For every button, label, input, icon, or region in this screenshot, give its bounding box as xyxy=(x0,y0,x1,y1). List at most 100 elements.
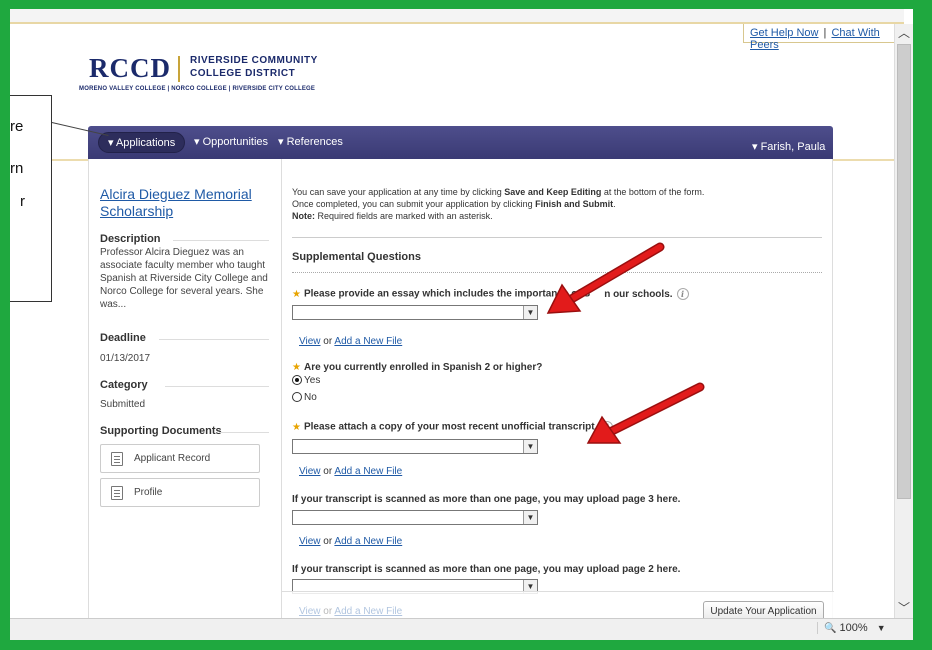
annotation-arrow-2 xyxy=(586,382,705,444)
annotation-arrow-1 xyxy=(546,242,665,314)
application-form: You can save your application at any tim… xyxy=(281,159,834,629)
radio-no[interactable]: No xyxy=(292,392,317,403)
page2-file-links: View or Add a New File xyxy=(299,606,402,617)
folder-icon xyxy=(111,452,123,466)
callout-text-2: rn xyxy=(10,160,24,177)
sidebar: Alcira Dieguez Memorial Scholarship Desc… xyxy=(89,159,281,629)
page: Get Help Now | Chat With Peers RCCD RIVE… xyxy=(10,9,904,629)
description-text: Professor Alcira Dieguez was an associat… xyxy=(100,247,268,310)
or-text: or xyxy=(320,606,335,617)
radio-yes-circle[interactable] xyxy=(292,375,302,386)
intro-note-label: Note: xyxy=(292,211,315,221)
or-text: or xyxy=(320,336,335,347)
intro-line2-a: Once completed, you can submit your appl… xyxy=(292,199,536,209)
status-bar: 🔍 100% ▼ xyxy=(10,618,913,640)
profile-button[interactable]: Profile xyxy=(100,478,260,507)
supporting-documents-heading: Supporting Documents xyxy=(100,425,222,437)
intro-save-keep-editing: Save and Keep Editing xyxy=(504,187,602,197)
main-nav: ▾ Applications ▾ Opportunities ▾ Referen… xyxy=(88,126,833,159)
logo-name-line1: RIVERSIDE COMMUNITY xyxy=(190,55,318,66)
logo-abbrev: RCCD xyxy=(89,53,171,83)
spanish-question-label: ★ Are you currently enrolled in Spanish 2… xyxy=(292,362,542,373)
or-text: or xyxy=(320,466,335,477)
transcript-add-file-link[interactable]: Add a New File xyxy=(334,466,402,477)
required-star: ★ xyxy=(292,421,301,433)
applicant-record-button[interactable]: Applicant Record xyxy=(100,444,260,473)
deadline-heading: Deadline xyxy=(100,332,146,344)
help-separator: | xyxy=(823,27,827,39)
intro-finish-submit: Finish and Submit xyxy=(535,199,614,209)
page2-add-file-link[interactable]: Add a New File xyxy=(334,606,402,617)
scroll-down-icon[interactable]: ﹀ xyxy=(895,599,913,617)
zoom-icon: 🔍 xyxy=(824,623,837,634)
logo-divider xyxy=(178,56,180,82)
essay-view-link[interactable]: View xyxy=(299,336,321,347)
or-text: or xyxy=(320,536,335,547)
transcript-file-links: View or Add a New File xyxy=(299,466,402,477)
radio-no-circle[interactable] xyxy=(292,392,302,403)
radio-yes-label: Yes xyxy=(304,375,321,386)
essay-file-select[interactable]: ▼ xyxy=(292,305,538,320)
category-value: Submitted xyxy=(100,399,146,410)
transcript-question-label: ★ Please attach a copy of your most recen… xyxy=(292,421,614,433)
zoom-level: 100% xyxy=(839,622,868,634)
page3-question-label: If your transcript is scanned as more th… xyxy=(292,494,681,505)
nav-references[interactable]: ▾ References xyxy=(278,135,343,148)
radio-no-label: No xyxy=(304,392,317,403)
transcript-question-text: Please attach a copy of your most recent… xyxy=(303,421,598,433)
zoom-dropdown-icon[interactable]: ▼ xyxy=(877,623,886,633)
vertical-scrollbar[interactable]: ︿ ﹀ xyxy=(894,24,913,618)
page2-view-link[interactable]: View xyxy=(299,606,321,617)
callout-text-1: re xyxy=(10,118,24,135)
required-star: ★ xyxy=(292,288,301,300)
radio-yes[interactable]: Yes xyxy=(292,375,320,386)
applicant-record-label: Applicant Record xyxy=(134,453,211,464)
zoom-control[interactable]: 🔍 100% ▼ xyxy=(817,622,886,634)
rccd-logo[interactable]: RCCD RIVERSIDE COMMUNITY COLLEGE DISTRIC… xyxy=(79,53,339,93)
chevron-down-icon: ▼ xyxy=(523,511,537,524)
category-rule xyxy=(165,386,269,387)
get-help-link[interactable]: Get Help Now xyxy=(750,27,818,39)
intro-line2-c: . xyxy=(613,199,616,209)
content-panel: Alcira Dieguez Memorial Scholarship Desc… xyxy=(88,159,834,629)
transcript-view-link[interactable]: View xyxy=(299,466,321,477)
page3-file-select[interactable]: ▼ xyxy=(292,510,538,525)
supporting-rule xyxy=(219,432,269,433)
scholarship-title[interactable]: Alcira Dieguez Memorial Scholarship xyxy=(100,186,270,220)
nav-opportunities[interactable]: ▾ Opportunities xyxy=(194,135,268,148)
nav-applications[interactable]: ▾ Applications xyxy=(98,132,186,153)
intro-text: You can save your application at any tim… xyxy=(292,186,812,222)
callout-text-3: r xyxy=(20,193,25,210)
page3-add-file-link[interactable]: Add a New File xyxy=(334,536,402,547)
intro-line1-c: at the bottom of the form. xyxy=(601,187,705,197)
category-heading: Category xyxy=(100,379,148,391)
chevron-down-icon: ▼ xyxy=(523,440,537,453)
logo-name-line2: COLLEGE DISTRICT xyxy=(190,68,296,79)
essay-file-links: View or Add a New File xyxy=(299,336,402,347)
browser-window: Get Help Now | Chat With Peers RCCD RIVE… xyxy=(10,9,913,640)
info-icon[interactable]: i xyxy=(676,288,689,300)
intro-rule xyxy=(292,237,822,238)
logo-colleges: MORENO VALLEY COLLEGE | NORCO COLLEGE | … xyxy=(79,86,316,92)
required-star: ★ xyxy=(292,362,301,373)
intro-note-text: Required fields are marked with an aster… xyxy=(315,211,493,221)
profile-label: Profile xyxy=(134,487,163,498)
scroll-up-icon[interactable]: ︿ xyxy=(895,24,913,42)
deadline-rule xyxy=(159,339,269,340)
scrollbar-thumb[interactable] xyxy=(897,44,911,499)
transcript-file-select[interactable]: ▼ xyxy=(292,439,538,454)
deadline-value: 01/13/2017 xyxy=(100,353,151,364)
page3-file-links: View or Add a New File xyxy=(299,536,402,547)
top-strip xyxy=(10,9,904,24)
page3-view-link[interactable]: View xyxy=(299,536,321,547)
essay-add-file-link[interactable]: Add a New File xyxy=(334,336,402,347)
annotation-callout: re rn r xyxy=(10,95,52,302)
user-menu[interactable]: ▾ Farish, Paula xyxy=(752,140,825,153)
chevron-down-icon: ▼ xyxy=(523,306,537,319)
spanish-question-text: Are you currently enrolled in Spanish 2 … xyxy=(303,362,543,373)
description-heading: Description xyxy=(100,233,161,245)
profile-icon xyxy=(111,486,123,500)
help-links: Get Help Now | Chat With Peers xyxy=(743,24,904,51)
page2-question-label: If your transcript is scanned as more th… xyxy=(292,564,681,575)
intro-line1-a: You can save your application at any tim… xyxy=(292,187,505,197)
